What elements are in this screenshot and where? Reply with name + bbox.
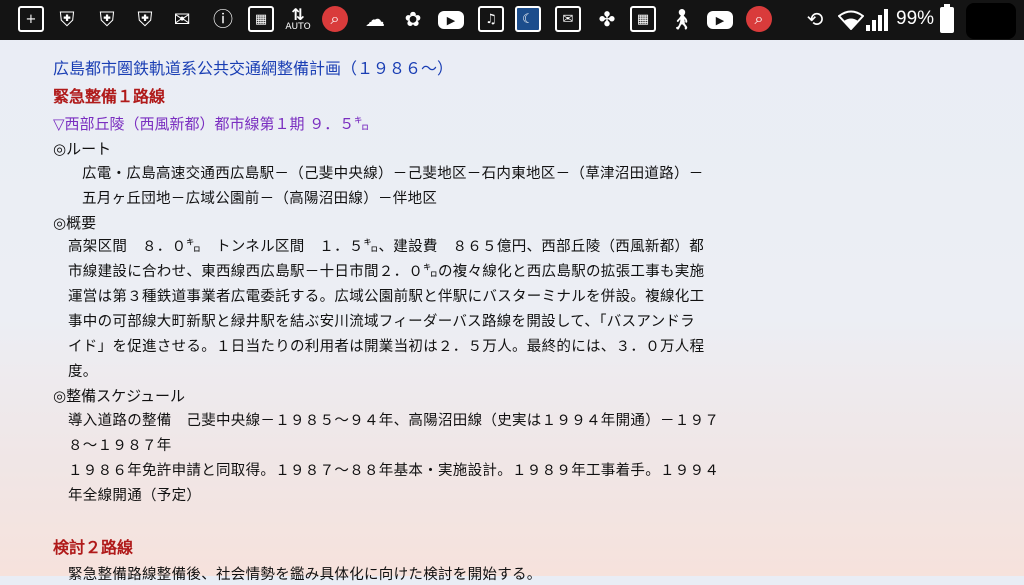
mail-icon: ✉ — [555, 6, 581, 32]
settings-flower-icon: ✿ — [404, 7, 422, 31]
moon-app-icon: ☾ — [515, 6, 541, 32]
section2-line: 緊急整備路線整備後、社会情勢を鑑み具体化に向けた検討を開始する。 — [68, 567, 542, 583]
youtube-icon: ▶ — [438, 11, 464, 29]
wifi-icon — [838, 10, 864, 30]
route-label: ◎ルート — [53, 140, 112, 158]
flower-app-icon: ✤ — [598, 7, 616, 31]
schedule-line: １９８６年免許申請と同取得。１９８７～８８年基本・実施設計。１９８９年工事着手。… — [68, 463, 720, 479]
battery-icon — [940, 4, 954, 33]
overview-line: 運営は第３種鉄道事業者広電委託する。広域公園前駅と伴駅にバスターミナルを併設。複… — [68, 289, 705, 305]
battery-percent: 99% — [896, 8, 935, 29]
section-heading-study: 検討２路線 — [53, 538, 134, 557]
schedule-line: ８～１９８７年 — [68, 438, 172, 454]
overview-line: 事中の可部線大町新駅と緑井駅を結ぶ安川流域フィーダーバス路線を開設して、「バスア… — [68, 314, 695, 330]
search-red-icon: ⌕ — [322, 6, 348, 32]
page-title: 広島都市圏鉄軌道系公共交通網整備計画（１９８６～） — [53, 59, 454, 78]
overview-line: 高架区間 ８．０㌔ トンネル区間 １．５㌔、建設費 ８６５億円、西部丘陵（西風新… — [68, 239, 705, 255]
cloud-icon: ☁ — [365, 7, 385, 31]
overview-label: ◎概要 — [53, 214, 97, 232]
overview-line: イド」を促進させる。１日当たりの利用者は開業当初は２．５万人。最終的には、３．０… — [68, 339, 705, 355]
walking-icon: 🚶︎ — [669, 7, 695, 31]
mail-icon: ✉ — [173, 7, 191, 31]
search-red-icon: ⌕ — [746, 6, 772, 32]
app-grid-icon: ▦ — [630, 6, 656, 32]
schedule-line: 年全線開通（予定） — [68, 488, 202, 504]
route-line: 広電・広島高速交通西広島駅－（己斐中央線）－己斐地区－石内東地区－（草津沼田道路… — [82, 166, 704, 182]
info-badge-icon: ⓘ — [213, 7, 233, 31]
shield-icon: ⛨ — [59, 7, 75, 31]
app-grid-icon: ▦ — [248, 6, 274, 32]
redacted-area — [966, 3, 1016, 39]
status-bar: + ⛨ ⛨ ⛨ ✉ ⓘ ▦ ⇅ AUTO ⌕ ☁ ✿ ▶ ♫ ☾ ✉ ✤ ▦ 🚶︎… — [0, 0, 1024, 40]
music-folder-icon: ♫ — [478, 6, 504, 32]
phone-rotate-icon: ⟲ — [806, 7, 824, 31]
add-box-icon: + — [18, 6, 44, 32]
signal-icon — [866, 9, 890, 31]
auto-brightness-icon: ⇅ AUTO — [285, 4, 311, 32]
line-subheading: ▽西部丘陵（西風新都）都市線第１期 ９．５㌔ — [53, 115, 370, 133]
route-line: 五月ヶ丘団地－広域公園前－（高陽沼田線）－伴地区 — [82, 191, 438, 207]
shield-icon: ⛨ — [99, 7, 115, 31]
section-heading-urgent: 緊急整備１路線 — [53, 87, 166, 106]
schedule-line: 導入道路の整備 己斐中央線－１９８５～９４年、高陽沼田線（史実は１９９４年開通）… — [68, 413, 720, 429]
document-page: 広島都市圏鉄軌道系公共交通網整備計画（１９８６～） 緊急整備１路線 ▽西部丘陵（… — [0, 40, 1024, 583]
shield-icon: ⛨ — [137, 7, 153, 31]
overview-line: 市線建設に合わせ、東西線西広島駅－十日市間２．０㌔の複々線化と西広島駅の拡張工事… — [68, 264, 705, 280]
schedule-label: ◎整備スケジュール — [53, 387, 186, 405]
overview-line: 度。 — [68, 364, 98, 380]
youtube-icon: ▶ — [707, 11, 733, 29]
